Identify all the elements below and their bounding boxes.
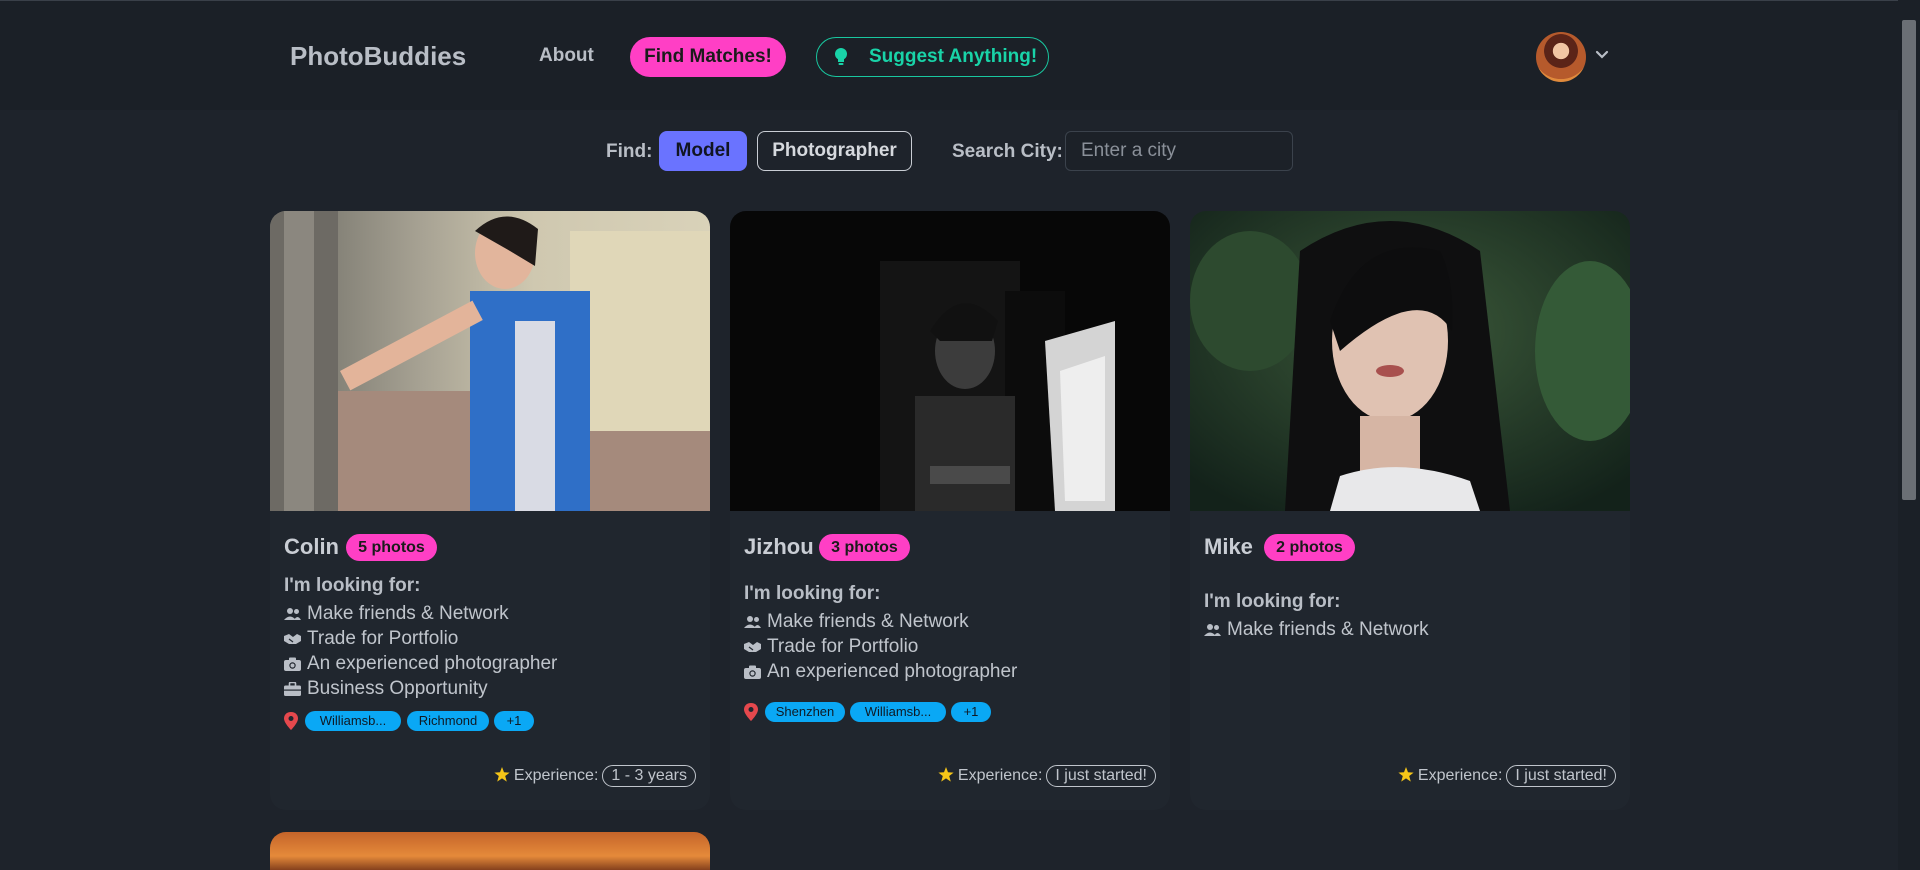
photographer-toggle-button[interactable]: Photographer bbox=[757, 131, 912, 171]
briefcase-icon bbox=[284, 682, 301, 696]
city-more-tag[interactable]: +1 bbox=[494, 711, 534, 731]
camera-icon bbox=[744, 665, 761, 679]
pref-item: Make friends & Network bbox=[1204, 618, 1504, 642]
photo-count-badge: 5 photos bbox=[346, 534, 437, 561]
find-matches-button[interactable]: Find Matches! bbox=[630, 37, 786, 77]
experience-row: Experience: I just started! bbox=[938, 765, 1156, 787]
pref-item: An experienced photographer bbox=[284, 652, 584, 676]
model-toggle-button[interactable]: Model bbox=[659, 131, 747, 171]
users-icon bbox=[744, 616, 761, 628]
city-tag[interactable]: Williamsb... bbox=[850, 702, 946, 722]
pref-label: Trade for Portfolio bbox=[767, 636, 919, 657]
experience-value: I just started! bbox=[1046, 765, 1156, 787]
experience-value: 1 - 3 years bbox=[602, 765, 696, 787]
pref-label: An experienced photographer bbox=[307, 653, 558, 674]
city-more-tag[interactable]: +1 bbox=[951, 702, 991, 722]
looking-for-label: I'm looking for: bbox=[744, 583, 881, 604]
star-icon bbox=[494, 767, 510, 782]
user-avatar[interactable] bbox=[1536, 32, 1586, 82]
profile-card-partial[interactable] bbox=[270, 832, 710, 870]
profile-photo[interactable] bbox=[730, 211, 1170, 511]
users-icon bbox=[284, 608, 301, 620]
nav-about-link[interactable]: About bbox=[539, 45, 594, 67]
handshake-icon bbox=[744, 642, 761, 652]
location-pin-icon bbox=[284, 712, 298, 730]
profile-photo[interactable] bbox=[270, 211, 710, 511]
pref-label: Business Opportunity bbox=[307, 678, 488, 699]
lightbulb-icon bbox=[835, 48, 847, 65]
pref-item: Trade for Portfolio bbox=[744, 635, 1044, 659]
experience-row: Experience: I just started! bbox=[1398, 765, 1616, 787]
experience-row: Experience: 1 - 3 years bbox=[494, 765, 696, 787]
experience-label: Experience: bbox=[513, 767, 599, 784]
city-tag[interactable]: Williamsb... bbox=[305, 711, 401, 731]
star-icon bbox=[1398, 767, 1414, 782]
scrollbar-thumb[interactable] bbox=[1902, 20, 1916, 500]
handshake-icon bbox=[284, 634, 301, 644]
profile-name: Jizhou bbox=[744, 534, 814, 559]
chevron-down-icon[interactable] bbox=[1594, 48, 1610, 62]
experience-label: Experience: bbox=[957, 767, 1043, 784]
pref-item: Trade for Portfolio bbox=[284, 627, 584, 651]
users-icon bbox=[1204, 624, 1221, 636]
profile-card[interactable]: Jizhou 3 photos I'm looking for: Make fr… bbox=[730, 211, 1170, 810]
pref-label: An experienced photographer bbox=[767, 661, 1018, 682]
camera-icon bbox=[284, 657, 301, 671]
photo-count-badge: 3 photos bbox=[819, 534, 910, 561]
experience-label: Experience: bbox=[1417, 767, 1503, 784]
find-label: Find: bbox=[606, 141, 653, 162]
pref-item: Make friends & Network bbox=[744, 610, 1044, 634]
pref-label: Make friends & Network bbox=[767, 611, 969, 632]
pref-item: Business Opportunity bbox=[284, 677, 584, 701]
profile-name: Mike bbox=[1204, 534, 1253, 559]
profile-card[interactable]: Mike 2 photos I'm looking for: Make frie… bbox=[1190, 211, 1630, 810]
profile-name: Colin bbox=[284, 534, 339, 559]
profile-card[interactable]: Colin 5 photos I'm looking for: Make fri… bbox=[270, 211, 710, 810]
looking-for-label: I'm looking for: bbox=[1204, 591, 1341, 612]
city-search-input[interactable] bbox=[1065, 131, 1293, 171]
suggest-label: Suggest Anything! bbox=[869, 46, 1038, 67]
pref-label: Make friends & Network bbox=[307, 603, 509, 624]
profile-photo[interactable] bbox=[1190, 211, 1630, 511]
pref-label: Make friends & Network bbox=[1227, 619, 1429, 640]
city-tag[interactable]: Shenzhen bbox=[765, 702, 845, 722]
suggest-anything-button[interactable]: Suggest Anything! bbox=[816, 37, 1049, 77]
photo-count-badge: 2 photos bbox=[1264, 534, 1355, 561]
pref-label: Trade for Portfolio bbox=[307, 628, 459, 649]
location-pin-icon bbox=[744, 703, 758, 721]
top-navbar: PhotoBuddies About Find Matches! Suggest… bbox=[0, 0, 1898, 110]
experience-value: I just started! bbox=[1506, 765, 1616, 787]
search-city-label: Search City: bbox=[952, 141, 1063, 162]
city-tag[interactable]: Richmond bbox=[407, 711, 489, 731]
star-icon bbox=[938, 767, 954, 782]
looking-for-label: I'm looking for: bbox=[284, 575, 421, 596]
pref-item: An experienced photographer bbox=[744, 660, 1044, 684]
brand-logo[interactable]: PhotoBuddies bbox=[290, 41, 466, 72]
pref-item: Make friends & Network bbox=[284, 602, 584, 626]
